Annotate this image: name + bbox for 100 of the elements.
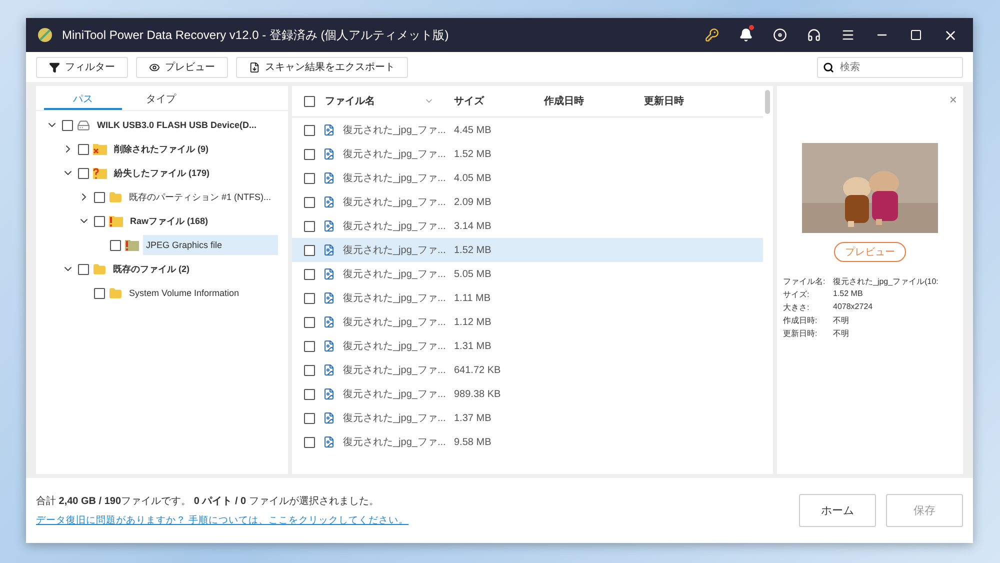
folder-icon bbox=[109, 286, 122, 300]
checkbox[interactable] bbox=[304, 172, 315, 184]
folder-icon bbox=[93, 262, 106, 276]
checkbox[interactable] bbox=[94, 216, 105, 226]
info-value: 不明 bbox=[833, 315, 850, 326]
checkbox[interactable] bbox=[304, 244, 315, 256]
file-size: 5.05 MB bbox=[454, 268, 492, 280]
info-label: サイズ: bbox=[783, 289, 810, 300]
close-button[interactable]: × bbox=[949, 92, 957, 107]
checkbox[interactable] bbox=[304, 292, 315, 304]
checkbox[interactable] bbox=[78, 144, 89, 154]
checkbox[interactable] bbox=[304, 436, 315, 448]
file-size: 4.05 MB bbox=[454, 172, 492, 184]
image-file-icon bbox=[323, 364, 335, 376]
help-link[interactable]: データ復旧に問題がありますか？ 手順については、ここをクリックしてください。 bbox=[36, 515, 409, 526]
checkbox[interactable] bbox=[94, 288, 105, 298]
file-name: 復元された_jpg_ファ... bbox=[343, 340, 446, 353]
checkbox[interactable] bbox=[78, 168, 89, 178]
checkbox[interactable] bbox=[304, 268, 315, 280]
folder-x-icon bbox=[93, 143, 107, 155]
search-icon bbox=[823, 62, 834, 72]
tree-item[interactable]: 既存のファイル (2) bbox=[110, 258, 192, 280]
checkbox[interactable] bbox=[304, 148, 315, 160]
view-tab[interactable]: タイプ bbox=[122, 90, 200, 110]
toolbar-button[interactable]: スキャン結果をエクスポート bbox=[236, 56, 408, 78]
file-size: 2.09 MB bbox=[454, 196, 492, 208]
info-label: 更新日時: bbox=[783, 328, 818, 339]
file-name: 復元された_jpg_ファ... bbox=[343, 436, 446, 449]
file-name: 復元された_jpg_ファ... bbox=[343, 292, 446, 305]
file-name: 復元された_jpg_ファ... bbox=[343, 148, 446, 161]
image-file-icon bbox=[323, 388, 335, 400]
column-header[interactable]: サイズ bbox=[454, 94, 484, 108]
scrollbar[interactable] bbox=[765, 90, 770, 114]
selected-row[interactable]: 復元された_jpg_ファ... 1.52 MB bbox=[292, 238, 763, 262]
checkbox[interactable] bbox=[304, 364, 315, 376]
headphones-icon[interactable] bbox=[807, 28, 821, 42]
checkbox[interactable] bbox=[304, 124, 315, 136]
folder-alert-icon bbox=[109, 215, 123, 227]
checkbox[interactable] bbox=[304, 388, 315, 400]
file-name: 復元された_jpg_ファ... bbox=[343, 412, 446, 425]
folder-icon bbox=[109, 190, 122, 204]
info-value: 不明 bbox=[833, 328, 850, 339]
tree-item[interactable]: WILK USB3.0 FLASH USB Device(D... bbox=[94, 115, 260, 135]
checkbox[interactable] bbox=[304, 220, 315, 232]
file-size: 1.52 MB bbox=[454, 148, 492, 160]
image-file-icon bbox=[323, 196, 335, 208]
checkbox[interactable] bbox=[62, 120, 73, 130]
file-size: 641.72 KB bbox=[454, 364, 501, 376]
eye-icon bbox=[149, 62, 160, 72]
footer-button[interactable]: ホーム bbox=[799, 494, 876, 527]
view-tab[interactable]: パス bbox=[44, 90, 122, 110]
file-name: 復元された_jpg_ファ... bbox=[343, 244, 446, 257]
filter-icon bbox=[49, 62, 60, 72]
image-file-icon bbox=[323, 244, 335, 256]
checkbox[interactable] bbox=[110, 240, 121, 250]
window-title: MiniTool Power Data Recovery v12.0 - 登録済み (個人アルティメット版) bbox=[62, 26, 450, 44]
image-file-icon bbox=[323, 220, 335, 232]
toolbar-button[interactable]: フィルター bbox=[36, 56, 128, 78]
key-icon[interactable] bbox=[705, 28, 719, 42]
column-header[interactable]: 更新日時 bbox=[644, 94, 684, 108]
file-size: 1.12 MB bbox=[454, 316, 492, 328]
image-file-icon bbox=[323, 124, 335, 136]
checkbox[interactable] bbox=[304, 196, 315, 208]
file-size: 1.52 MB bbox=[454, 244, 492, 256]
tree-item[interactable]: JPEG Graphics file bbox=[143, 235, 278, 255]
tree-item[interactable]: 紛失したファイル (179) bbox=[111, 162, 213, 184]
checkbox[interactable] bbox=[304, 96, 315, 106]
search-field[interactable]: 検索 bbox=[817, 56, 963, 78]
maximize-icon[interactable] bbox=[910, 29, 922, 41]
tree-item[interactable]: System Volume Information bbox=[126, 283, 242, 303]
file-size: 3.14 MB bbox=[454, 220, 492, 232]
file-size: 1.11 MB bbox=[454, 292, 490, 304]
image-file-icon bbox=[323, 268, 335, 280]
file-name: 復元された_jpg_ファ... bbox=[343, 220, 446, 233]
checkbox[interactable] bbox=[304, 412, 315, 424]
summary-text: 合計 2,40 GB / 190ファイルです。 0 パイト / 0 ファイルが選択されました。 bbox=[36, 494, 380, 508]
column-header[interactable]: 作成日時 bbox=[544, 94, 584, 108]
file-size: 4.45 MB bbox=[454, 124, 492, 136]
image-file-icon bbox=[323, 316, 335, 328]
info-value: 復元された_jpg_ファイル(10: bbox=[833, 276, 940, 287]
checkbox[interactable] bbox=[78, 264, 89, 274]
image-file-icon bbox=[323, 172, 335, 184]
disc-icon[interactable] bbox=[773, 28, 787, 42]
folder-question-icon bbox=[93, 167, 107, 179]
info-value: 4078x2724 bbox=[833, 302, 874, 313]
file-size: 1.37 MB bbox=[454, 412, 492, 424]
tree-item[interactable]: 既存のパーティション #1 (NTFS)... bbox=[126, 186, 274, 208]
menu-icon[interactable] bbox=[841, 28, 855, 42]
checkbox[interactable] bbox=[304, 316, 315, 328]
column-header[interactable]: ファイル名 bbox=[325, 94, 375, 108]
folder-alert-icon bbox=[125, 239, 139, 251]
info-label: 大きさ: bbox=[783, 302, 810, 313]
drive-icon bbox=[77, 118, 90, 132]
info-label: 作成日時: bbox=[783, 315, 818, 326]
file-name: 復元された_jpg_ファ... bbox=[343, 124, 446, 137]
checkbox[interactable] bbox=[94, 192, 105, 202]
toolbar-button[interactable]: プレビュー bbox=[136, 56, 228, 78]
checkbox[interactable] bbox=[304, 340, 315, 352]
tree-item[interactable]: 削除されたファイル (9) bbox=[111, 138, 212, 160]
tree-item[interactable]: Rawファイル (168) bbox=[127, 210, 212, 232]
